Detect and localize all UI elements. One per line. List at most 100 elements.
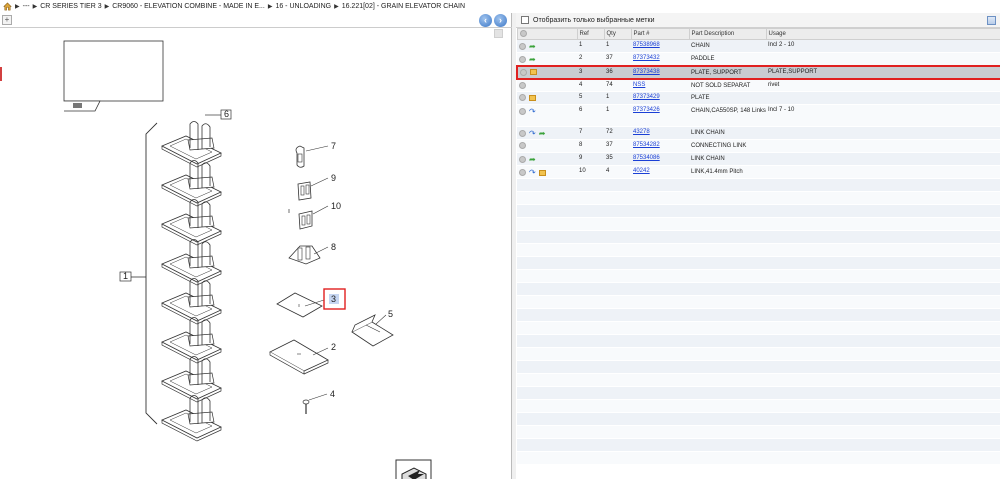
empty-table-row bbox=[517, 321, 1000, 335]
plate-support-part-3 bbox=[276, 292, 323, 318]
part-number-link[interactable]: 87373429 bbox=[633, 94, 660, 100]
substitute-arrow-icon[interactable]: ↷ bbox=[529, 107, 536, 116]
empty-cell bbox=[517, 204, 577, 218]
callout-7[interactable]: 7 bbox=[331, 141, 336, 151]
cell-part-number: 87373429 bbox=[631, 91, 689, 105]
table-row[interactable]: ➦ 9 35 87534086 LINK CHAIN bbox=[517, 152, 1000, 166]
table-row[interactable]: ↷ 6187373426 CHAIN,CA550SP, 148 Links x 41… bbox=[517, 104, 1000, 127]
grid-settings-icon[interactable] bbox=[987, 16, 996, 25]
empty-cell bbox=[766, 425, 1000, 439]
part-number-link[interactable]: 87534282 bbox=[633, 142, 660, 148]
empty-cell bbox=[517, 412, 577, 426]
select-row-icon[interactable] bbox=[519, 108, 526, 115]
select-row-icon[interactable] bbox=[519, 94, 526, 101]
part-number-link[interactable]: 87534086 bbox=[633, 155, 660, 161]
package-icon[interactable] bbox=[529, 94, 536, 101]
expand-button[interactable]: + bbox=[2, 15, 12, 25]
breadcrumb-item[interactable]: --- bbox=[23, 3, 30, 10]
column-header-description[interactable]: Part Description bbox=[688, 28, 767, 40]
empty-cell bbox=[631, 425, 689, 439]
substitute-arrow-icon[interactable]: ↷ bbox=[529, 129, 536, 138]
empty-cell bbox=[689, 438, 766, 452]
select-row-icon[interactable] bbox=[519, 142, 526, 149]
empty-cell bbox=[689, 282, 766, 296]
substitute-arrow-icon[interactable]: ↷ bbox=[529, 168, 536, 177]
breadcrumb-item[interactable]: CR9060 - ELEVATION COMBINE - MADE IN E..… bbox=[112, 3, 265, 10]
callout-8[interactable]: 8 bbox=[331, 242, 336, 252]
empty-cell bbox=[604, 269, 631, 283]
empty-cell bbox=[517, 295, 577, 309]
next-button[interactable]: › bbox=[494, 14, 507, 27]
empty-cell bbox=[577, 282, 604, 296]
breadcrumb-item[interactable]: 16 - UNLOADING bbox=[275, 3, 331, 10]
replacement-arrow-icon[interactable]: ➦ bbox=[529, 155, 536, 164]
empty-cell bbox=[604, 295, 631, 309]
column-header-qty[interactable]: Qty bbox=[603, 28, 632, 40]
breadcrumb-current: 16.221[02] - GRAIN ELEVATOR CHAIN bbox=[341, 3, 466, 10]
part-number-link[interactable]: 87538968 bbox=[633, 42, 660, 48]
empty-cell bbox=[689, 191, 766, 205]
select-row-icon[interactable] bbox=[519, 130, 526, 137]
package-icon[interactable] bbox=[530, 69, 537, 75]
table-row[interactable]: ↷ ➦ 7 72 43278 LINK CHAIN bbox=[517, 126, 1000, 140]
cell-usage: rivet bbox=[766, 78, 1000, 92]
replacement-arrow-icon[interactable]: ➦ bbox=[529, 42, 536, 51]
part-number-link[interactable]: 87373432 bbox=[633, 55, 660, 61]
column-header-usage[interactable]: Usage bbox=[765, 28, 1000, 40]
home-icon[interactable] bbox=[3, 2, 12, 11]
empty-cell bbox=[631, 451, 689, 465]
column-header-ref[interactable]: Ref bbox=[576, 28, 605, 40]
empty-cell bbox=[604, 412, 631, 426]
show-selected-only-checkbox[interactable] bbox=[521, 16, 529, 24]
export-icon[interactable] bbox=[395, 459, 432, 479]
select-row-icon[interactable] bbox=[519, 169, 526, 176]
breadcrumb-item[interactable]: CR SERIES TIER 3 bbox=[40, 3, 101, 10]
select-row-icon[interactable] bbox=[519, 81, 526, 89]
select-row-icon[interactable] bbox=[519, 56, 526, 63]
empty-cell bbox=[631, 334, 689, 348]
replacement-arrow-icon[interactable]: ➦ bbox=[529, 55, 536, 64]
cell-part-number: 87373426 bbox=[631, 104, 689, 127]
table-row[interactable]: 3 36 87373438 PLATE, SUPPORT PLATE,SUPPORT bbox=[516, 64, 1000, 80]
callout-10[interactable]: 10 bbox=[331, 201, 341, 211]
callout-6[interactable]: 6 bbox=[224, 109, 229, 119]
previous-button[interactable]: ‹ bbox=[479, 14, 492, 27]
table-row[interactable]: 8 37 87534282 CONNECTING LINK bbox=[517, 139, 1000, 153]
package-icon[interactable] bbox=[538, 169, 546, 176]
row-icons-cell bbox=[517, 78, 577, 92]
table-row[interactable]: ↷ 10 4 40242 LINK,41.4mm Pitch bbox=[517, 165, 1000, 179]
callout-9[interactable]: 9 bbox=[331, 173, 336, 183]
part-number-link[interactable]: 40242 bbox=[633, 168, 650, 174]
breadcrumb-separator-icon: ▶ bbox=[15, 4, 20, 10]
table-row[interactable]: 4 74 NSS NOT SOLD SEPARAT rivet bbox=[517, 78, 1000, 92]
callout-1[interactable]: 1 bbox=[123, 271, 128, 281]
replacement-arrow-icon[interactable]: ➦ bbox=[539, 129, 546, 138]
empty-cell bbox=[631, 347, 689, 361]
empty-cell bbox=[631, 191, 689, 205]
column-header-icons[interactable] bbox=[516, 28, 578, 40]
part-number-link[interactable]: 87373426 bbox=[633, 107, 660, 113]
part-number-link[interactable]: NSS bbox=[633, 82, 645, 88]
empty-cell bbox=[766, 412, 1000, 426]
empty-cell bbox=[577, 412, 604, 426]
table-row[interactable]: ➦ 1 1 87538968 CHAIN Incl 2 - 10 bbox=[517, 39, 1000, 53]
empty-cell bbox=[604, 373, 631, 387]
cell-usage: Incl 2 - 10 bbox=[766, 39, 1000, 53]
callout-5[interactable]: 5 bbox=[388, 309, 393, 319]
select-row-icon[interactable] bbox=[520, 68, 527, 76]
part-number-link[interactable]: 43278 bbox=[633, 129, 650, 135]
callout-2[interactable]: 2 bbox=[331, 342, 336, 352]
table-row[interactable]: 5 1 87373429 PLATE bbox=[517, 91, 1000, 105]
callout-4[interactable]: 4 bbox=[330, 389, 335, 399]
column-header-part-number[interactable]: Part # bbox=[630, 28, 690, 40]
callout-3[interactable]: 3 bbox=[331, 294, 336, 304]
empty-cell bbox=[689, 347, 766, 361]
empty-cell bbox=[577, 347, 604, 361]
empty-cell bbox=[689, 269, 766, 283]
select-row-icon[interactable] bbox=[519, 156, 526, 163]
select-row-icon[interactable] bbox=[519, 43, 526, 50]
select-all-icon[interactable] bbox=[519, 30, 527, 38]
table-row[interactable]: ➦ 2 37 87373432 PADDLE bbox=[517, 52, 1000, 66]
part-number-link[interactable]: 87373438 bbox=[633, 69, 660, 75]
empty-cell bbox=[766, 386, 1000, 400]
